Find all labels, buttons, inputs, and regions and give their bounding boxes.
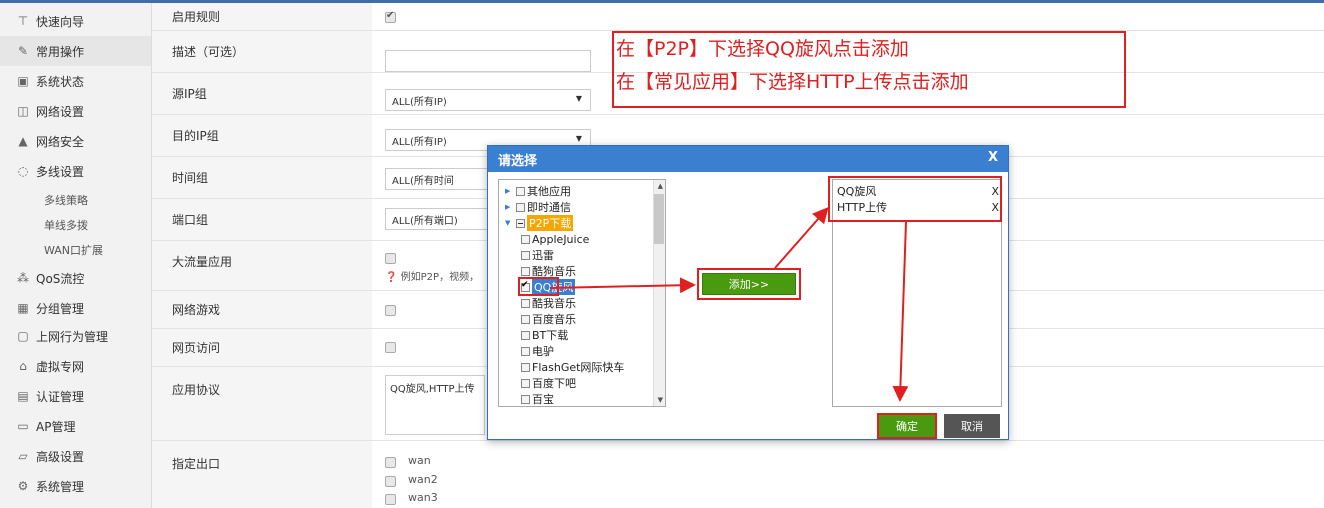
arrow-to-ok — [892, 221, 909, 402]
annotation-arrows — [549, 206, 909, 402]
arrow-to-add — [549, 277, 696, 294]
arrow-to-selected — [774, 206, 829, 269]
